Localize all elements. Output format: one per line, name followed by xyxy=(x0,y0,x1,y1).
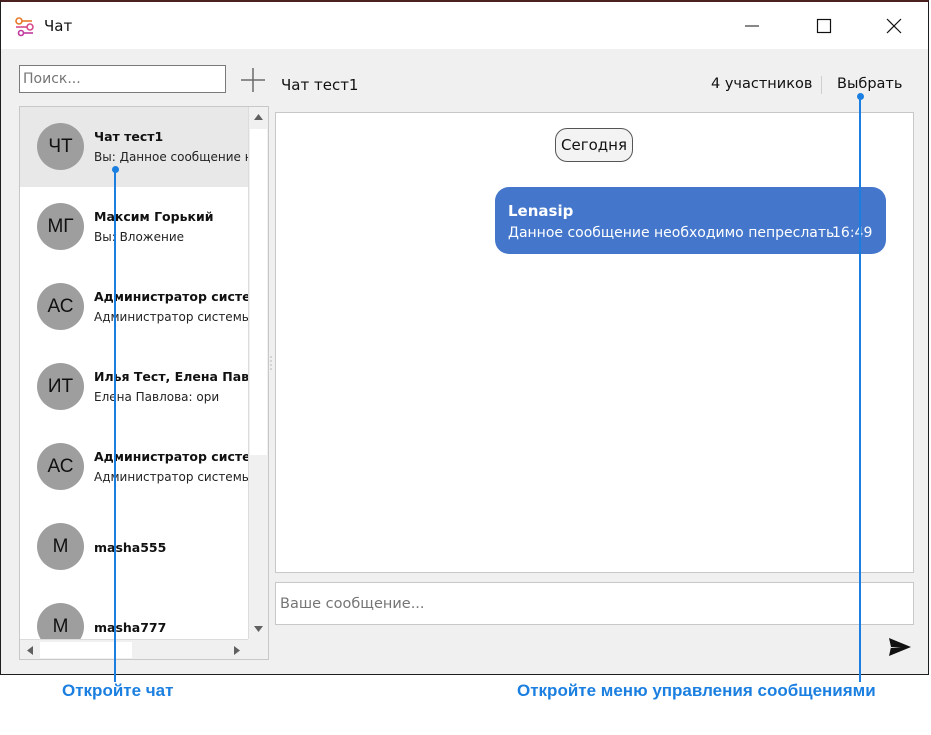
chat-title: Чат тест1 xyxy=(281,76,359,94)
splitter-handle-icon[interactable] xyxy=(269,354,273,372)
chat-preview: Администратор системы: xyxy=(94,310,248,324)
maximize-icon xyxy=(816,18,832,33)
avatar: ЧТ xyxy=(37,123,84,170)
scrollbar-corner xyxy=(248,639,268,659)
chat-list-item[interactable]: М masha555 xyxy=(20,507,248,587)
chat-name: Максим Горький xyxy=(94,209,214,224)
chat-list-item[interactable]: МГ Максим Горький Вы: Вложение xyxy=(20,187,248,267)
select-button[interactable]: Выбрать xyxy=(837,76,902,92)
avatar: АС xyxy=(37,443,84,490)
message-area xyxy=(275,112,914,573)
chat-name: Чат тест1 xyxy=(94,129,164,144)
callout-line-menu xyxy=(859,98,861,682)
scroll-right-icon[interactable] xyxy=(233,645,241,656)
chat-preview: Елена Павлова: ори xyxy=(94,390,220,404)
chat-list-item[interactable]: АС Администратор системы Администратор с… xyxy=(20,267,248,347)
search-input[interactable] xyxy=(19,65,226,93)
chat-list: ЧТ Чат тест1 Вы: Данное сообщение необхо… xyxy=(19,106,269,660)
message-author: Lenasip xyxy=(508,202,574,220)
message-time: 16:49 xyxy=(832,225,873,241)
send-icon[interactable] xyxy=(887,635,913,659)
horizontal-scrollbar[interactable] xyxy=(20,639,248,659)
message-input[interactable] xyxy=(275,582,914,625)
close-icon xyxy=(886,18,902,33)
chat-name: Администратор системы xyxy=(94,289,248,304)
avatar: АС xyxy=(37,283,84,330)
app-logo-icon xyxy=(15,17,34,37)
chat-list-item[interactable]: ИТ Илья Тест, Елена Павлова Елена Павлов… xyxy=(20,347,248,427)
plus-icon[interactable] xyxy=(239,66,267,94)
scroll-up-icon[interactable] xyxy=(253,113,264,121)
participants-count[interactable]: 4 участников xyxy=(711,76,812,92)
scroll-left-icon[interactable] xyxy=(26,645,34,656)
callout-line-chat xyxy=(114,170,116,682)
message-bubble[interactable]: Lenasip Данное сообщение необходимо пепр… xyxy=(495,187,886,254)
chat-preview: Вы: Данное сообщение необходимо пепресла… xyxy=(94,150,248,164)
chat-list-item[interactable]: АС Администратор системы Администратор с… xyxy=(20,427,248,507)
scroll-down-icon[interactable] xyxy=(253,625,264,633)
avatar: ИТ xyxy=(37,363,84,410)
chat-name: masha777 xyxy=(94,620,167,635)
scrollbar-thumb[interactable] xyxy=(40,642,132,658)
date-separator: Сегодня xyxy=(555,128,633,162)
callout-open-chat: Откройте чат xyxy=(62,681,174,700)
app-window: Чат Чат тест1 4 участников Выбрать ЧТ Ча… xyxy=(0,0,929,675)
title-bar: Чат xyxy=(1,2,928,49)
close-button[interactable] xyxy=(859,2,929,49)
vertical-scrollbar[interactable] xyxy=(248,107,268,639)
callout-dot-menu xyxy=(856,93,864,100)
callout-open-menu: Откройте меню управления сообщениями xyxy=(517,681,876,700)
avatar: М xyxy=(37,523,84,570)
header-divider xyxy=(821,76,822,94)
chat-preview: Вы: Вложение xyxy=(94,230,185,244)
chat-list-item[interactable]: ЧТ Чат тест1 Вы: Данное сообщение необхо… xyxy=(20,107,248,187)
chat-preview: Администратор системы: xyxy=(94,470,248,484)
maximize-button[interactable] xyxy=(789,2,859,49)
window-title: Чат xyxy=(44,17,73,35)
scrollbar-thumb[interactable] xyxy=(250,129,267,455)
chat-name: Илья Тест, Елена Павлова xyxy=(94,369,248,384)
avatar: МГ xyxy=(37,203,84,250)
minimize-icon xyxy=(745,25,759,26)
chat-name: Администратор системы xyxy=(94,449,248,464)
callout-dot-chat xyxy=(111,166,119,173)
message-text: Данное сообщение необходимо пепреслать xyxy=(508,225,835,241)
chat-name: masha555 xyxy=(94,540,167,555)
minimize-button[interactable] xyxy=(717,2,787,49)
